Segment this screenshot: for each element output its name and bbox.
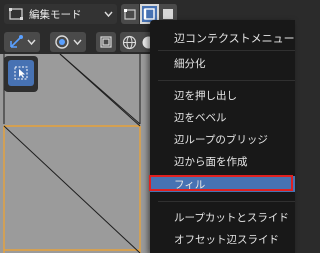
menu-item-subdivide[interactable]: 細分化 — [150, 53, 295, 73]
menu-item-label: オフセット辺スライド — [174, 233, 279, 246]
mode-dropdown[interactable]: 編集モード — [4, 4, 117, 24]
menu-item-label: 細分化 — [174, 57, 206, 70]
menu-item-label: 辺から面を作成 — [174, 155, 248, 168]
chevron-down-icon — [104, 11, 113, 18]
menu-item-label: 辺をベベル — [174, 111, 227, 124]
menu-separator — [158, 201, 295, 202]
transform-orientation-dropdown[interactable] — [4, 32, 40, 52]
menu-title: 辺コンテクストメニュー — [174, 32, 295, 45]
edit-mode-icon — [9, 8, 23, 20]
snap-dropdown[interactable] — [50, 32, 86, 52]
menu-item-label: 辺ループのブリッジ — [174, 133, 268, 146]
chevron-down-icon — [73, 39, 82, 46]
menu-item-label: 辺を押し出し — [174, 89, 237, 102]
menu-item-extrude-edges[interactable]: 辺を押し出し — [150, 85, 295, 105]
menu-item-bevel-edges[interactable]: 辺をベベル — [150, 107, 295, 127]
chevron-down-icon — [27, 39, 36, 46]
annotation-highlight-box — [149, 175, 293, 191]
edge-select-icon — [143, 8, 155, 20]
transform-orientation-icon — [10, 35, 23, 48]
wireframe-icon[interactable] — [122, 35, 137, 50]
menu-item-new-face-from-edges[interactable]: 辺から面を作成 — [150, 151, 295, 171]
menu-item-offset-edge-slide[interactable]: オフセット辺スライド — [150, 229, 295, 249]
face-select-icon — [163, 9, 173, 19]
select-tool-button[interactable] — [8, 60, 34, 86]
vertex-select-button[interactable] — [121, 4, 140, 24]
edge-context-menu: 辺コンテクストメニュー 細分化 辺を押し出し 辺をベベル 辺ループのブリッジ 辺… — [150, 20, 295, 253]
vertex-select-icon — [124, 9, 136, 20]
select-cursor-icon — [14, 66, 28, 80]
menu-separator — [158, 80, 295, 81]
snap-icon — [55, 35, 69, 49]
overlay-icon — [100, 36, 112, 48]
menu-item-bridge-edge-loops[interactable]: 辺ループのブリッジ — [150, 129, 295, 149]
menu-item-label: ループカットとスライド — [174, 211, 289, 224]
mode-label: 編集モード — [29, 8, 82, 21]
menu-item-loop-cut-and-slide[interactable]: ループカットとスライド — [150, 207, 295, 227]
overlay-button[interactable] — [96, 32, 116, 52]
menu-separator — [158, 50, 295, 51]
viewport-toolbar — [0, 28, 160, 54]
